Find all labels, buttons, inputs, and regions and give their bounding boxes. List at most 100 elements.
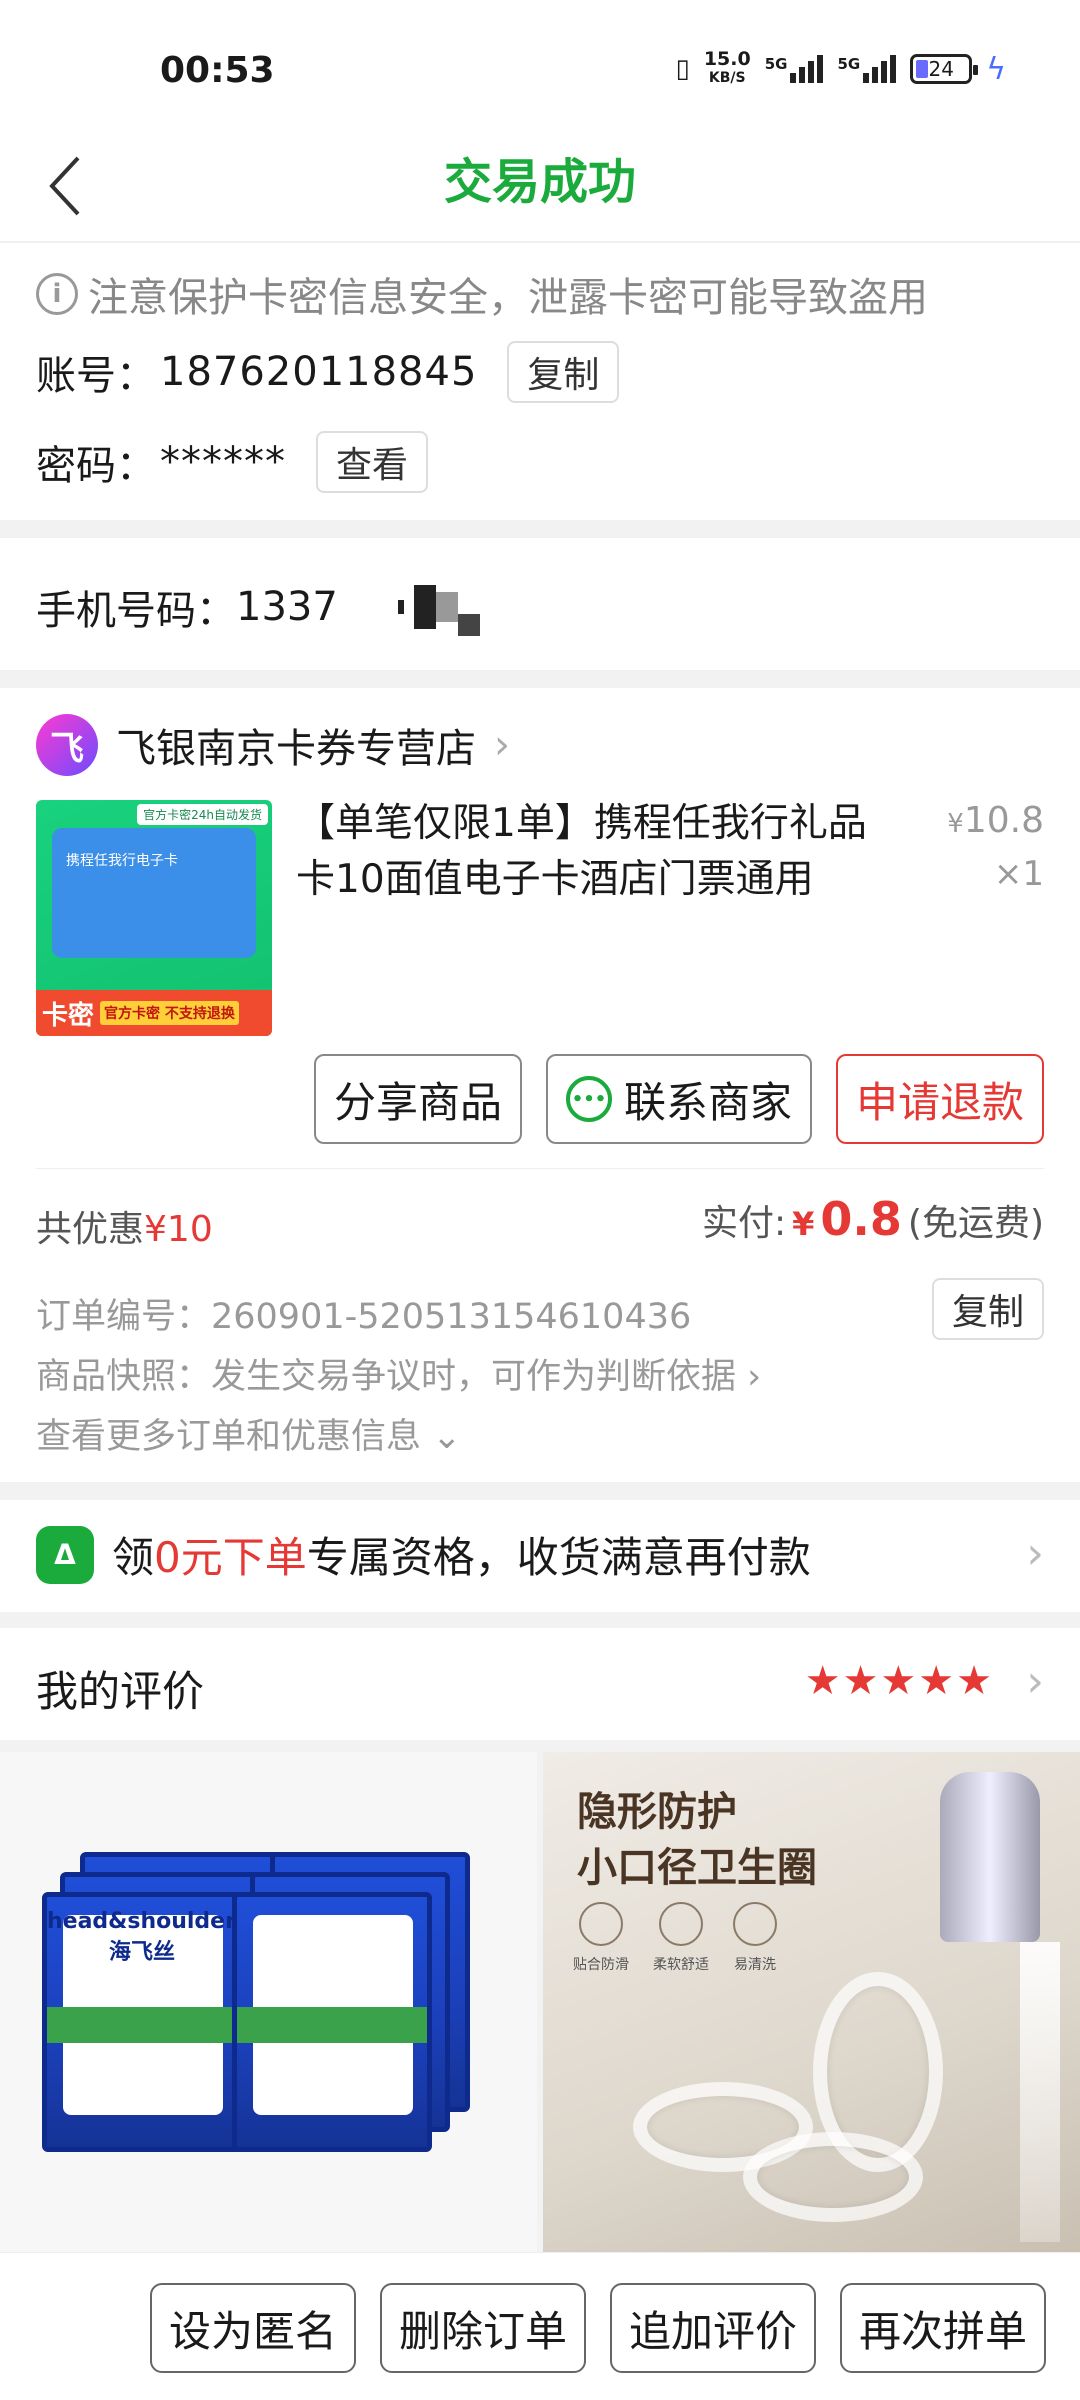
card-secret-section: i 注意保护卡密信息安全，泄露卡密可能导致盗用 账号： 187620118845…	[0, 243, 1080, 520]
snapshot-link[interactable]: 商品快照：发生交易争议时，可作为判断依据 ›	[36, 1348, 761, 1399]
redacted-mask	[457, 614, 480, 636]
chevron-right-icon: ›	[1026, 1656, 1044, 1707]
signal-icon-1: 5G	[765, 55, 824, 83]
refund-label: 申请退款	[855, 1077, 1024, 1127]
divider	[36, 1168, 1044, 1169]
status-time: 00:53	[160, 50, 275, 91]
append-review-button[interactable]: 追加评价	[610, 2283, 816, 2373]
promo-highlight: 0元下单	[154, 1533, 307, 1582]
account-row: 账号： 187620118845 复制	[36, 341, 620, 403]
reorder-button[interactable]: 再次拼单	[840, 2283, 1046, 2373]
phone-value: 1337	[236, 584, 338, 630]
sachet-graphic	[232, 1892, 432, 2152]
battery-icon: 24	[910, 54, 979, 84]
more-order-info[interactable]: 查看更多订单和优惠信息 ⌄	[36, 1408, 461, 1459]
ad-toilet-ring[interactable]: 隐形防护 小口径卫生圈 贴合防滑 柔软舒适 易清洗	[543, 1752, 1080, 2252]
ad-headline-1: 隐形防护	[577, 1789, 737, 1835]
promo-post: 专属资格，收货满意再付款	[306, 1533, 811, 1582]
speed-value: 15.0	[703, 48, 751, 70]
view-password-button[interactable]: 查看	[316, 431, 429, 493]
signal-icon-2: 5G	[837, 55, 897, 83]
water-graphic	[1020, 1942, 1060, 2242]
copy-order-number-button[interactable]: 复制	[931, 1278, 1044, 1340]
order-number: 订单编号：260901-520513154610436	[36, 1297, 692, 1337]
phone-row: 手机号码： 1337	[36, 578, 480, 636]
image-bottom-main: 卡密	[42, 1000, 95, 1031]
paid-summary: 实付: ¥ 0.8 (免运费)	[702, 1192, 1044, 1246]
notice-text: 注意保护卡密信息安全，泄露卡密可能导致盗用	[88, 275, 928, 321]
ring-graphic	[743, 2132, 923, 2222]
delete-order-button[interactable]: 删除订单	[380, 2283, 586, 2373]
paid-currency: ¥	[792, 1205, 815, 1243]
contact-seller-button[interactable]: ••• 联系商家	[545, 1054, 812, 1144]
chevron-right-icon: ›	[747, 1357, 762, 1397]
ad-headline: 隐形防护 小口径卫生圈	[577, 1784, 817, 1896]
price-currency: ¥	[947, 809, 964, 839]
app-root: 00:53 ▯ 15.0 KB/S 5G 5G 24 ϟ 交易成功 i 注意保护…	[0, 0, 1080, 2400]
account-value: 187620118845	[160, 349, 478, 395]
ad-feature: 易清洗	[733, 1902, 777, 1974]
product-title[interactable]: 【单笔仅限1单】携程任我行礼品卡10面值电子卡酒店门票通用	[296, 796, 896, 908]
network-type-1: 5G	[764, 55, 788, 73]
promo-text: 领0元下单专属资格，收货满意再付款	[112, 1524, 811, 1585]
redacted-mask	[435, 592, 458, 622]
network-speed: 15.0 KB/S	[704, 50, 751, 88]
leaf-icon	[659, 1902, 703, 1946]
rating-stars: ★★★★★	[804, 1658, 994, 1704]
password-label: 密码：	[36, 443, 156, 489]
ad-shampoo[interactable]: head&shoulders 海飞丝	[0, 1752, 537, 2252]
battery-level: 24	[928, 57, 954, 81]
discount-summary: 共优惠¥10	[36, 1200, 213, 1252]
chevron-down-icon: ⌄	[432, 1417, 462, 1457]
item-price: ¥10.8	[947, 800, 1044, 841]
image-bottom-banner: 卡密 官方卡密 不支持退换	[36, 990, 272, 1036]
shipping-note: (免运费)	[907, 1203, 1044, 1244]
store-logo: 飞	[36, 714, 98, 776]
chat-icon: •••	[565, 1076, 612, 1122]
status-bar: 00:53 ▯ 15.0 KB/S 5G 5G 24 ϟ	[0, 0, 1080, 130]
paid-label: 实付:	[702, 1203, 787, 1244]
speed-unit: KB/S	[708, 70, 746, 86]
ad-feature-label: 柔软舒适	[653, 1957, 709, 1973]
ad-feature: 柔软舒适	[653, 1902, 709, 1974]
status-icons: ▯ 15.0 KB/S 5G 5G 24 ϟ	[676, 50, 1007, 88]
password-row: 密码： ****** 查看	[36, 431, 429, 493]
promo-banner[interactable]: ᐃ 领0元下单专属资格，收货满意再付款 ›	[0, 1500, 1080, 1612]
badge-user-icon: ᐃ	[36, 1525, 94, 1584]
store-link[interactable]: 飞 飞银南京卡券专营店 ›	[36, 714, 510, 776]
discount-label: 共优惠	[36, 1209, 145, 1250]
sachet-graphic: head&shoulders 海飞丝	[42, 1892, 249, 2152]
share-product-button[interactable]: 分享商品	[313, 1054, 522, 1144]
product-image[interactable]: 官方卡密24h自动发货 携程任我行电子卡 卡密 官方卡密 不支持退换	[36, 800, 272, 1036]
account-label: 账号：	[36, 353, 156, 399]
header: 交易成功	[0, 130, 1080, 242]
copy-account-button[interactable]: 复制	[507, 341, 620, 403]
share-label: 分享商品	[333, 1077, 502, 1127]
recommendation-grid: head&shoulders 海飞丝 隐形防护 小口径卫生圈 贴合防滑 柔软舒适…	[0, 1752, 1080, 2252]
promo-pre: 领	[112, 1533, 155, 1582]
ad-feature: 贴合防滑	[573, 1902, 629, 1974]
ad-feature-label: 易清洗	[734, 1957, 776, 1973]
ad-headline-2: 小口径卫生圈	[577, 1845, 817, 1891]
shield-icon	[579, 1902, 623, 1946]
sparkle-icon	[733, 1902, 777, 1946]
request-refund-button[interactable]: 申请退款	[835, 1054, 1044, 1144]
discount-value: ¥10	[144, 1209, 213, 1250]
faucet-graphic	[940, 1772, 1040, 1942]
charging-icon: ϟ	[986, 51, 1006, 87]
vibrate-icon: ▯	[675, 54, 690, 84]
ad-feature-label: 贴合防滑	[573, 1957, 629, 1973]
review-title: 我的评价	[36, 1667, 205, 1716]
info-icon: i	[36, 273, 78, 315]
set-anonymous-button[interactable]: 设为匿名	[150, 2283, 356, 2373]
store-name: 飞银南京卡券专营店	[116, 726, 476, 772]
item-quantity: ×1	[993, 854, 1044, 894]
phone-label: 手机号码：	[36, 588, 236, 634]
more-info-text: 查看更多订单和优惠信息	[36, 1417, 422, 1457]
network-type-2: 5G	[837, 55, 861, 73]
image-bottom-sub: 官方卡密 不支持退换	[100, 1001, 239, 1025]
price-value: 10.8	[963, 800, 1044, 841]
security-notice: i 注意保护卡密信息安全，泄露卡密可能导致盗用	[36, 265, 928, 323]
my-review-row[interactable]: 我的评价 ★★★★★ ›	[0, 1628, 1080, 1740]
password-value: ******	[160, 439, 286, 485]
